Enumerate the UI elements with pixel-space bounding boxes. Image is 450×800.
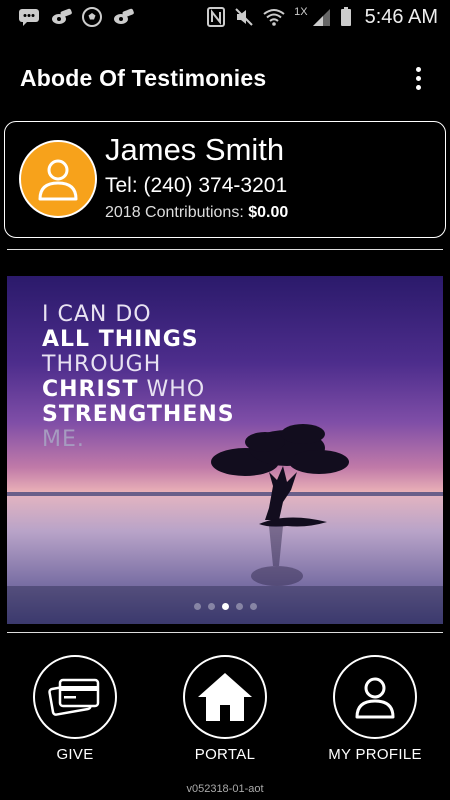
carousel-dot[interactable] [193, 603, 201, 610]
profile-name: James Smith [105, 132, 285, 167]
notification-icons [18, 7, 134, 27]
mute-icon [234, 7, 254, 27]
whistle-icon [50, 8, 72, 26]
whistle-icon [112, 8, 134, 26]
quote-line: THROUGH [42, 352, 162, 377]
portal-circle[interactable] [183, 655, 267, 739]
system-icons: 1X 5:46 AM [207, 6, 438, 29]
overflow-menu-icon[interactable] [406, 63, 430, 93]
avatar [19, 140, 97, 218]
app-bar: Abode Of Testimonies [0, 48, 450, 108]
person-icon [38, 159, 78, 201]
person-icon [355, 677, 395, 719]
carousel-dot[interactable] [207, 603, 215, 610]
carousel-dot[interactable] [249, 603, 257, 610]
give-circle[interactable] [33, 655, 117, 739]
quote-line: ALL THINGS [42, 327, 199, 352]
quote-line: STRENGTHENS [42, 402, 235, 427]
my-profile-button[interactable]: MY PROFILE [315, 655, 435, 763]
give-button[interactable]: GIVE [15, 655, 135, 763]
quote-line: WHO [146, 377, 206, 402]
my-profile-label: MY PROFILE [328, 746, 422, 763]
battery-icon [340, 7, 352, 27]
signal-icon [311, 7, 331, 27]
credit-card-icon [48, 678, 100, 716]
profile-card[interactable]: James Smith Tel: (240) 374-3201 2018 Con… [4, 121, 446, 238]
quote-line: CHRIST [42, 377, 139, 402]
carousel-dot-active[interactable] [221, 603, 229, 610]
quote-line: ME. [42, 427, 85, 452]
profile-phone: Tel: (240) 374-3201 [105, 174, 288, 197]
contributions-summary: 2018 Contributions: $0.00 [105, 204, 288, 222]
message-icon [18, 8, 40, 26]
clock: 5:46 AM [364, 5, 438, 28]
banner-carousel[interactable]: I CAN DO ALL THINGS THROUGH CHRIST WHO S… [7, 276, 443, 624]
soccer-ball-icon [82, 7, 102, 27]
nfc-icon [207, 7, 226, 27]
carousel-dot[interactable] [235, 603, 243, 610]
network-type-label: 1X [294, 6, 308, 18]
contributions-label: 2018 Contributions: [105, 204, 244, 221]
version-label: v052318-01-aot [186, 783, 264, 795]
home-icon [198, 673, 252, 721]
divider [7, 249, 443, 250]
status-bar: 1X 5:46 AM [0, 0, 450, 34]
quote-line: I CAN DO [42, 302, 152, 327]
portal-button[interactable]: PORTAL [165, 655, 285, 763]
bottom-nav: GIVE PORTAL MY PROFILE [0, 655, 450, 770]
give-label: GIVE [56, 746, 94, 763]
banner-quote: I CAN DO ALL THINGS THROUGH CHRIST WHO S… [42, 302, 235, 452]
app-title: Abode Of Testimonies [20, 64, 267, 91]
contributions-value: $0.00 [248, 204, 289, 221]
portal-label: PORTAL [194, 746, 256, 763]
carousel-indicator [7, 603, 443, 610]
wifi-icon [263, 8, 285, 26]
my-profile-circle[interactable] [333, 655, 417, 739]
divider [7, 632, 443, 633]
